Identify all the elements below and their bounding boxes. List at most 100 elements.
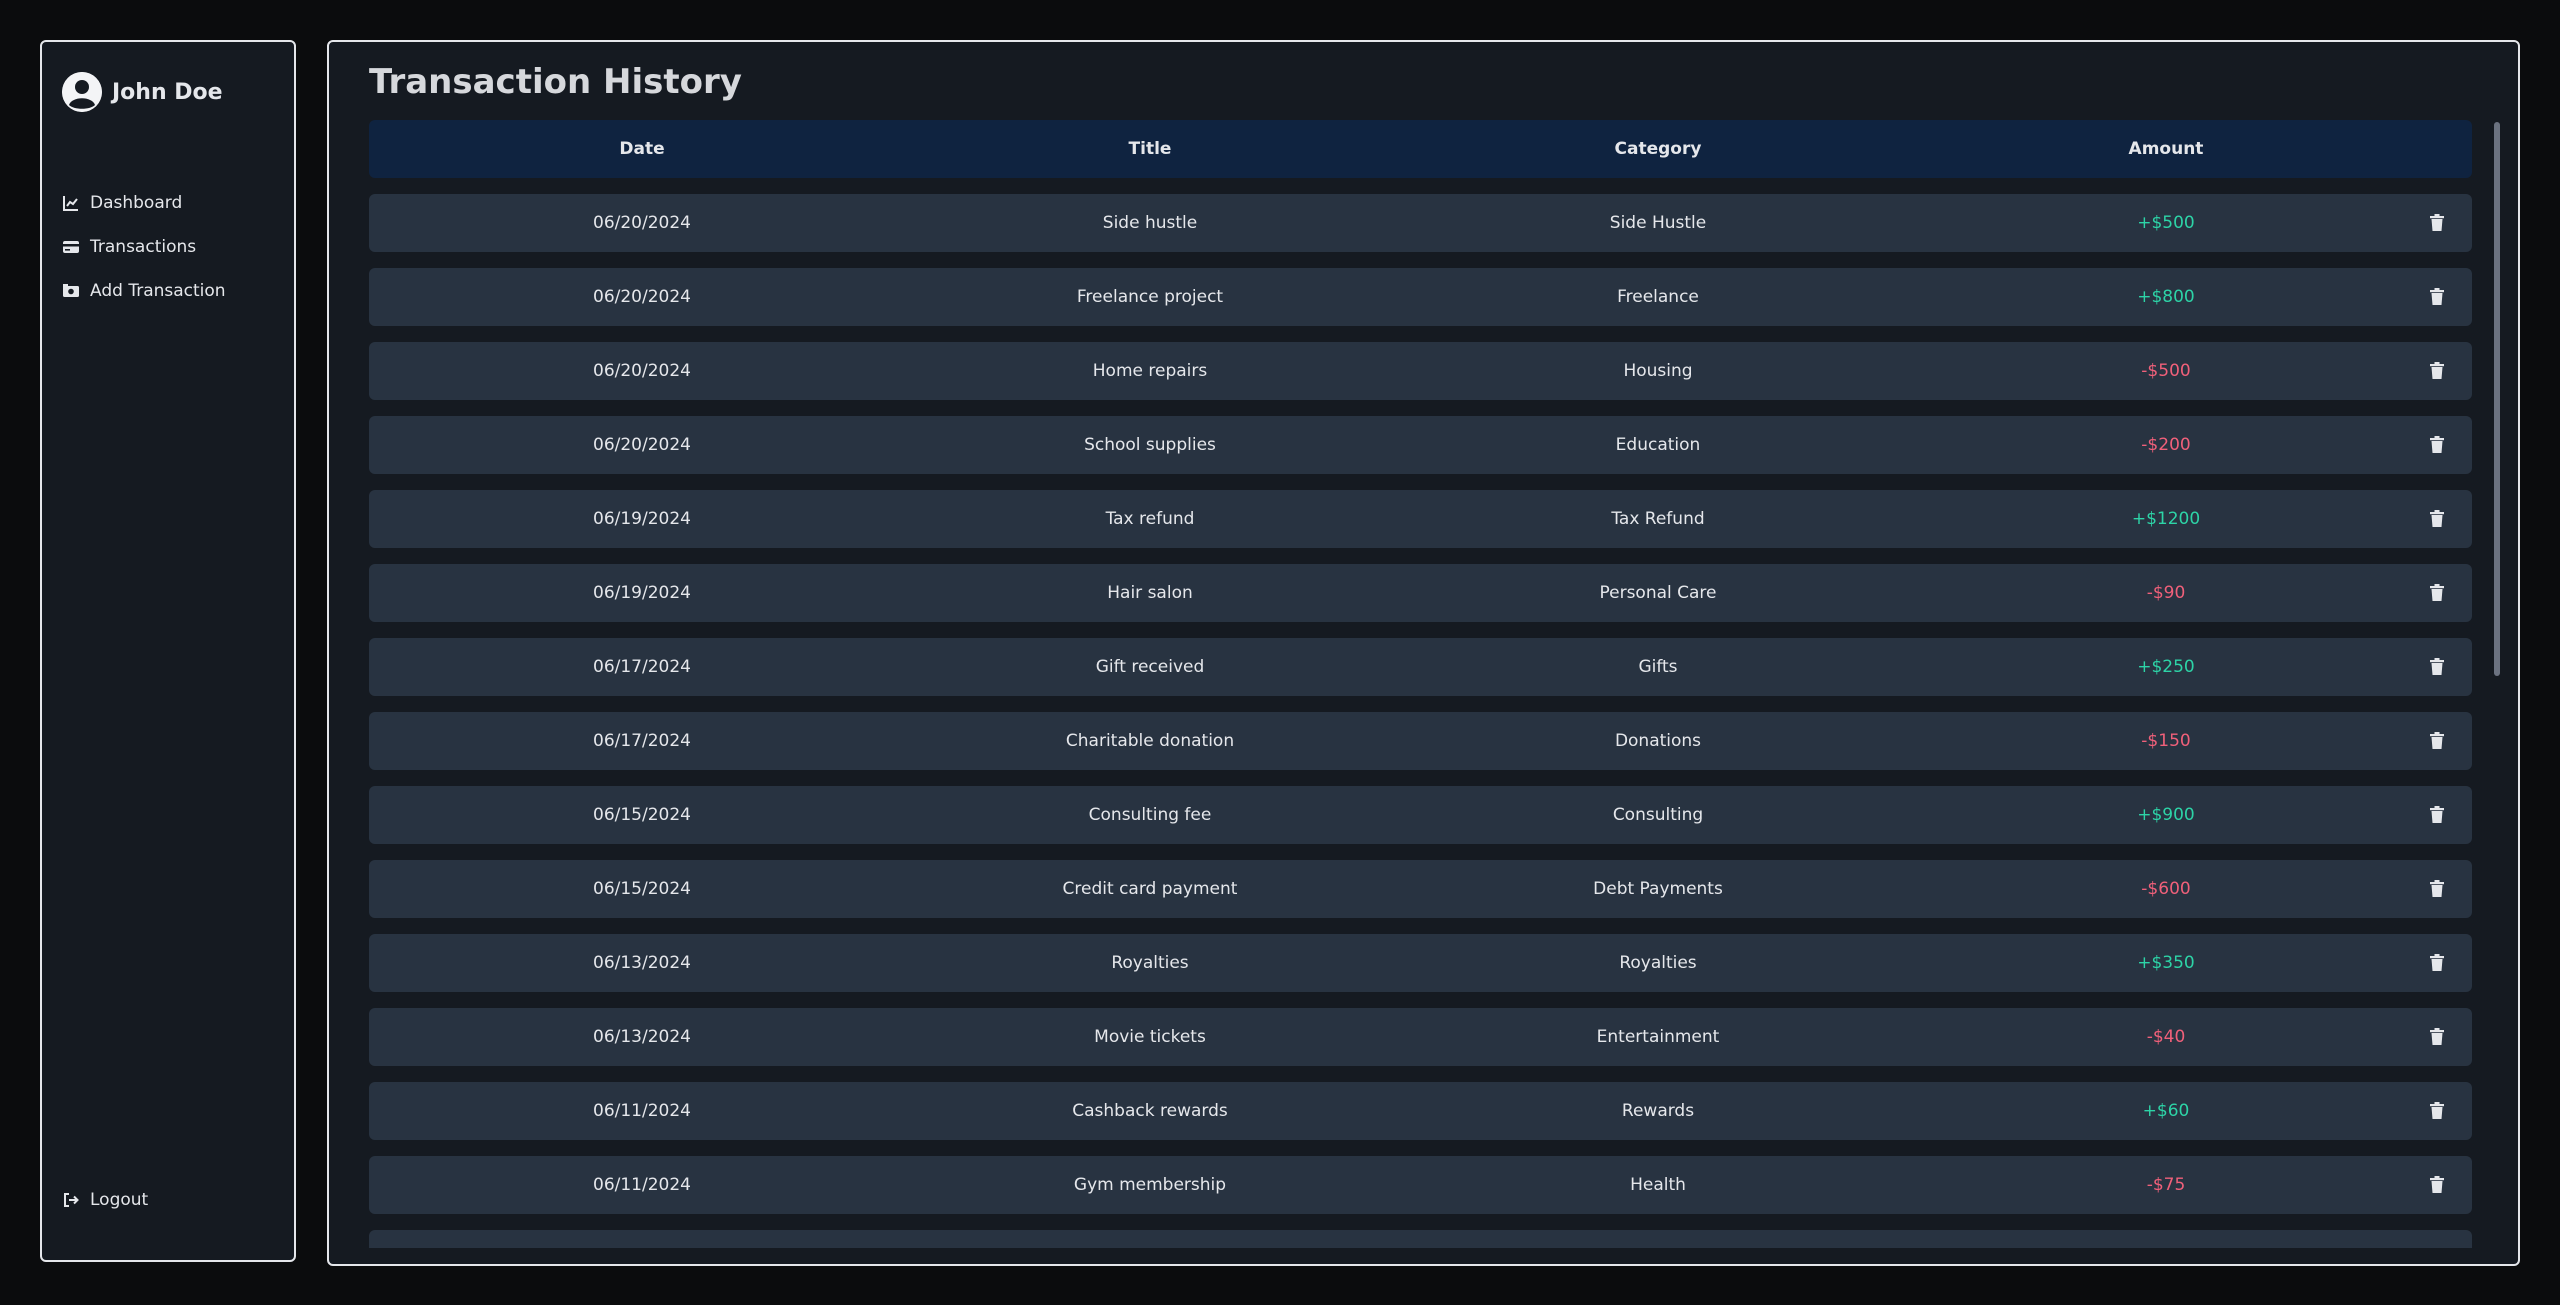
cell-title: Gym membership	[1073, 1175, 1227, 1195]
delete-button[interactable]	[2401, 1102, 2472, 1120]
delete-button[interactable]	[2401, 1176, 2472, 1194]
table-row: 06/13/2024 Movie tickets Entertainment -…	[369, 1008, 2472, 1066]
money-bill-icon	[63, 284, 79, 297]
trash-icon	[2429, 954, 2444, 971]
table-header: Date Title Category Amount	[369, 120, 2472, 178]
logout-label: Logout	[90, 1190, 149, 1210]
table-row: 06/20/2024 School supplies Education -$2…	[369, 416, 2472, 474]
trash-icon	[2429, 658, 2444, 675]
sidebar-item-label: Add Transaction	[90, 281, 226, 301]
cell-title: School supplies	[1084, 435, 1216, 455]
cell-category: Education	[1615, 435, 1701, 455]
cell-date: 06/13/2024	[593, 953, 691, 973]
cell-title: Gift received	[1095, 657, 1205, 677]
cell-category: Tax Refund	[1611, 509, 1705, 529]
sidebar-item-transactions[interactable]: Transactions	[62, 236, 226, 258]
trash-icon	[2429, 1176, 2444, 1193]
delete-button[interactable]	[2401, 436, 2472, 454]
cell-amount: -$600	[2141, 879, 2191, 899]
table-row: 06/11/2024 Cashback rewards Rewards +$60	[369, 1082, 2472, 1140]
trash-icon	[2429, 806, 2444, 823]
delete-button[interactable]	[2401, 288, 2472, 306]
scrollbar[interactable]	[2494, 122, 2500, 676]
cell-amount: -$90	[2146, 583, 2186, 603]
trash-icon	[2429, 362, 2444, 379]
cell-date: 06/11/2024	[593, 1101, 691, 1121]
trash-icon	[2429, 880, 2444, 897]
delete-button[interactable]	[2401, 510, 2472, 528]
cell-title: Charitable donation	[1065, 731, 1235, 751]
trash-icon	[2429, 584, 2444, 601]
cell-category: Side Hustle	[1609, 213, 1707, 233]
cell-amount: +$250	[2137, 657, 2195, 677]
delete-button[interactable]	[2401, 954, 2472, 972]
cell-category: Health	[1630, 1175, 1686, 1195]
delete-button[interactable]	[2401, 362, 2472, 380]
cell-date: 06/19/2024	[593, 583, 691, 603]
user-profile[interactable]: John Doe	[62, 72, 223, 112]
cell-category: Debt Payments	[1593, 879, 1723, 899]
cell-amount: -$75	[2146, 1175, 2186, 1195]
table-row: 06/20/2024 Home repairs Housing -$500	[369, 342, 2472, 400]
page-title: Transaction History	[369, 62, 742, 102]
table-row: 06/15/2024 Credit card payment Debt Paym…	[369, 860, 2472, 918]
trash-icon	[2429, 510, 2444, 527]
delete-button[interactable]	[2401, 806, 2472, 824]
cell-title: Freelance project	[1076, 287, 1224, 307]
trash-icon	[2429, 732, 2444, 749]
delete-button[interactable]	[2401, 880, 2472, 898]
column-header-amount: Amount	[2128, 139, 2204, 159]
cell-category: Freelance	[1617, 287, 1699, 307]
cell-date: 06/20/2024	[593, 213, 691, 233]
cell-title: Tax refund	[1105, 509, 1195, 529]
cell-title: Side hustle	[1102, 213, 1198, 233]
cell-category: Gifts	[1638, 657, 1678, 677]
trash-icon	[2429, 288, 2444, 305]
cell-date: 06/13/2024	[593, 1027, 691, 1047]
cell-date: 06/20/2024	[593, 287, 691, 307]
avatar	[62, 72, 102, 112]
table-row: 06/11/2024 Gym membership Health -$75	[369, 1156, 2472, 1214]
delete-button[interactable]	[2401, 214, 2472, 232]
cell-category: Consulting	[1612, 805, 1704, 825]
sidebar-item-label: Transactions	[90, 237, 197, 257]
table-row	[369, 1230, 2472, 1248]
column-header-title: Title	[1128, 139, 1172, 159]
table-row: 06/17/2024 Charitable donation Donations…	[369, 712, 2472, 770]
delete-button[interactable]	[2401, 584, 2472, 602]
cell-date: 06/20/2024	[593, 435, 691, 455]
transactions-table: Date Title Category Amount 06/20/2024 Si…	[369, 120, 2472, 1248]
cell-amount: -$500	[2141, 361, 2191, 381]
sidebar: John Doe Dashboard Transactions Add Tran…	[40, 40, 296, 1262]
delete-button[interactable]	[2401, 658, 2472, 676]
table-row: 06/15/2024 Consulting fee Consulting +$9…	[369, 786, 2472, 844]
cell-date: 06/17/2024	[593, 731, 691, 751]
cell-category: Rewards	[1621, 1101, 1695, 1121]
sidebar-item-add-transaction[interactable]: Add Transaction	[62, 280, 226, 302]
cell-amount: -$200	[2141, 435, 2191, 455]
user-circle-icon	[62, 72, 102, 112]
cell-amount: +$1200	[2131, 509, 2201, 529]
delete-button[interactable]	[2401, 1028, 2472, 1046]
sidebar-nav: Dashboard Transactions Add Transaction	[62, 192, 226, 324]
cell-title: Cashback rewards	[1072, 1101, 1228, 1121]
cell-title: Credit card payment	[1062, 879, 1238, 899]
cell-title: Consulting fee	[1088, 805, 1212, 825]
cell-title: Royalties	[1111, 953, 1189, 973]
cell-amount: -$40	[2146, 1027, 2186, 1047]
cell-amount: +$500	[2137, 213, 2195, 233]
cell-amount: +$800	[2137, 287, 2195, 307]
table-row: 06/19/2024 Tax refund Tax Refund +$1200	[369, 490, 2472, 548]
cell-date: 06/11/2024	[593, 1175, 691, 1195]
sign-out-icon	[64, 1193, 79, 1207]
cell-category: Personal Care	[1599, 583, 1717, 603]
table-row: 06/20/2024 Freelance project Freelance +…	[369, 268, 2472, 326]
trash-icon	[2429, 436, 2444, 453]
cell-category: Entertainment	[1596, 1027, 1720, 1047]
delete-button[interactable]	[2401, 732, 2472, 750]
cell-amount: +$60	[2142, 1101, 2190, 1121]
logout-button[interactable]: Logout	[62, 1190, 148, 1210]
sidebar-item-dashboard[interactable]: Dashboard	[62, 192, 226, 214]
cell-title: Hair salon	[1107, 583, 1193, 603]
cell-category: Donations	[1614, 731, 1702, 751]
